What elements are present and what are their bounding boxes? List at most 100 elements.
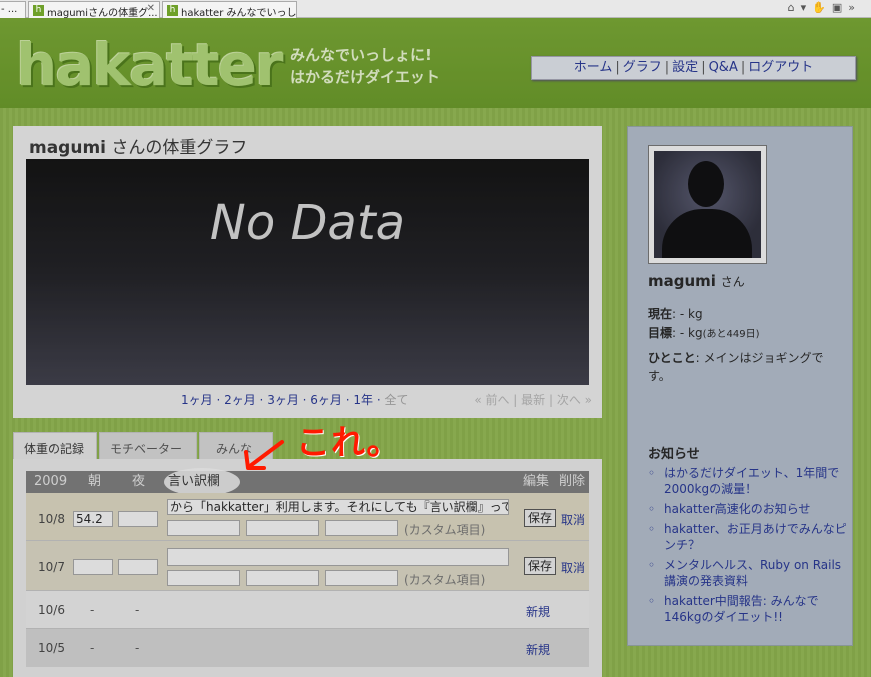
custom-field-label: (カスタム項目)	[404, 523, 486, 537]
range-1month[interactable]: 1ヶ月	[181, 393, 213, 407]
news-item[interactable]: メンタルヘルス、Ruby on Rails講演の発表資料	[648, 557, 848, 589]
browser-tab[interactable]: - ...	[0, 1, 26, 18]
nav-graph[interactable]: グラフ	[623, 60, 662, 75]
new-link[interactable]: 新規	[526, 641, 550, 658]
page-title: magumi さんの体重グラフ	[29, 133, 247, 158]
table-row: 10/7 (カスタム項目) 保存 取消	[26, 541, 589, 591]
cancel-link[interactable]: 取消	[561, 559, 585, 576]
row-date: 10/5	[38, 641, 65, 655]
night-weight-input[interactable]	[118, 559, 158, 575]
range-selector: 1ヶ月 · 2ヶ月 · 3ヶ月 · 6ヶ月 · 1年 · 全て	[181, 393, 409, 407]
tagline-line-2: はかるだけダイエット	[290, 68, 440, 86]
range-3month[interactable]: 3ヶ月	[267, 393, 299, 407]
save-button[interactable]: 保存	[524, 557, 557, 575]
row-date: 10/7	[38, 560, 65, 574]
tab-weight-record[interactable]: 体重の記録	[13, 432, 97, 460]
hakatter-favicon-icon: h	[33, 5, 44, 16]
hand-icon[interactable]: ✋	[812, 1, 832, 14]
custom-input-3[interactable]	[325, 520, 398, 536]
range-all[interactable]: 全て	[384, 393, 408, 407]
custom-input-2[interactable]	[246, 570, 319, 586]
browser-tab-active[interactable]: h magumiさんの体重グ... ✕	[28, 1, 160, 18]
main-nav: ホーム | グラフ | 設定 | Q&A | ログアウト	[531, 56, 856, 80]
night-weight-input[interactable]	[118, 511, 158, 527]
one-liner: ひとこと: メインはジョギングです。	[648, 351, 824, 383]
range-1year[interactable]: 1年	[353, 393, 373, 407]
profile-username: magumi さん	[648, 272, 745, 290]
weight-graph-panel: magumi さんの体重グラフ No Data 1ヶ月 · 2ヶ月 · 3ヶ月 …	[13, 126, 602, 418]
night-weight: -	[135, 641, 140, 655]
custom-input-3[interactable]	[325, 570, 398, 586]
home-icon[interactable]: ⌂	[788, 1, 801, 14]
avatar[interactable]	[648, 145, 767, 264]
header-morning: 朝	[88, 474, 102, 489]
excuse-input[interactable]	[167, 548, 509, 566]
nav-logout[interactable]: ログアウト	[748, 60, 813, 75]
table-row: 10/8 54.2 から「hakkatter」利用します。それにしても『言い訳欄…	[26, 493, 589, 541]
news-item[interactable]: hakatter中間報告: みんなで146kgのダイエット!!	[648, 593, 848, 625]
news-list: はかるだけダイエット、1年間で2000kgの減量！ hakatter高速化のお知…	[648, 465, 848, 629]
tab-label: hakatter みんなでいっし...	[181, 8, 297, 18]
header-night: 夜	[132, 474, 146, 489]
profile-user: magumi	[648, 272, 716, 290]
custom-field-label: (カスタム項目)	[404, 573, 486, 587]
header-edit: 編集	[523, 474, 550, 489]
custom-input-2[interactable]	[246, 520, 319, 536]
profile-sidebar: magumi さん 現在: - kg 目標: - kg(あと449日) ひとこと…	[627, 126, 853, 646]
row-date: 10/8	[38, 512, 65, 526]
page-title-user: magumi	[29, 138, 106, 158]
record-header: 2009 朝 夜 言い訳欄 編集 削除	[26, 468, 589, 496]
tab-label: magumiさんの体重グ...	[47, 8, 158, 18]
site-header: hakatter みんなでいっしょに! はかるだけダイエット ホーム | グラフ | 設…	[0, 18, 871, 108]
night-weight: -	[135, 603, 140, 617]
tab-motivator[interactable]: モチベーター	[99, 432, 197, 460]
morning-weight: -	[90, 603, 95, 617]
new-link[interactable]: 新規	[526, 603, 550, 620]
annotation-arrow-icon	[244, 440, 284, 470]
rss-icon[interactable]: ▣	[832, 1, 848, 14]
news-item[interactable]: hakatter、お正月あけでみんなピンチ？	[648, 521, 848, 553]
news-item[interactable]: はかるだけダイエット、1年間で2000kgの減量！	[648, 465, 848, 497]
range-2month[interactable]: 2ヶ月	[224, 393, 256, 407]
dropdown-icon[interactable]: ▾	[801, 1, 813, 14]
tab-label: - ...	[1, 4, 18, 15]
annotation-text: これ。	[296, 423, 402, 463]
menu-icon[interactable]: »	[848, 1, 861, 14]
header-delete: 削除	[559, 474, 586, 489]
table-row: 10/6 - - 新規	[26, 591, 589, 629]
current-weight: 現在: - kg	[648, 307, 703, 321]
hakatter-favicon-icon: h	[167, 5, 178, 16]
weight-record-panel: 2009 朝 夜 言い訳欄 編集 削除 10/8 54.2 から「hakkatt…	[13, 459, 602, 677]
browser-tab-bar: - ... h magumiさんの体重グ... ✕ h hakatter みんな…	[0, 0, 871, 18]
morning-weight-input[interactable]: 54.2	[73, 511, 113, 527]
browser-tab[interactable]: h hakatter みんなでいっし...	[162, 1, 297, 18]
cancel-link[interactable]: 取消	[561, 511, 585, 528]
page-title-rest: さんの体重グラフ	[111, 138, 248, 158]
custom-input-1[interactable]	[167, 570, 240, 586]
close-icon[interactable]: ✕	[147, 3, 155, 14]
custom-input-1[interactable]	[167, 520, 240, 536]
site-logo[interactable]: hakatter	[16, 30, 284, 100]
table-row: 10/5 - - 新規	[26, 629, 589, 667]
goal-weight: 目標: - kg(あと449日)	[648, 326, 760, 340]
graph-pager[interactable]: « 前へ | 最新 | 次へ »	[474, 391, 592, 408]
profile-san: さん	[720, 275, 745, 289]
weight-graph: No Data	[26, 159, 589, 385]
excuse-input[interactable]: から「hakkatter」利用します。それにしても『言い訳欄』って(笑	[167, 499, 509, 515]
range-6month[interactable]: 6ヶ月	[310, 393, 342, 407]
news-title: お知らせ	[648, 447, 700, 462]
toolbar-icons: ⌂▾✋▣»	[788, 1, 861, 14]
header-excuse: 言い訳欄	[168, 474, 221, 489]
nav-home[interactable]: ホーム	[574, 60, 613, 75]
morning-weight: -	[90, 641, 95, 655]
news-item[interactable]: hakatter高速化のお知らせ	[648, 501, 848, 517]
tagline-line-1: みんなでいっしょに!	[290, 46, 432, 64]
no-data-label: No Data	[209, 195, 406, 251]
nav-settings[interactable]: 設定	[672, 60, 698, 75]
row-date: 10/6	[38, 603, 65, 617]
save-button[interactable]: 保存	[524, 509, 557, 527]
nav-qa[interactable]: Q&A	[709, 60, 738, 75]
morning-weight-input[interactable]	[73, 559, 113, 575]
avatar-silhouette	[654, 151, 761, 258]
tagline: みんなでいっしょに! はかるだけダイエット	[290, 44, 440, 88]
